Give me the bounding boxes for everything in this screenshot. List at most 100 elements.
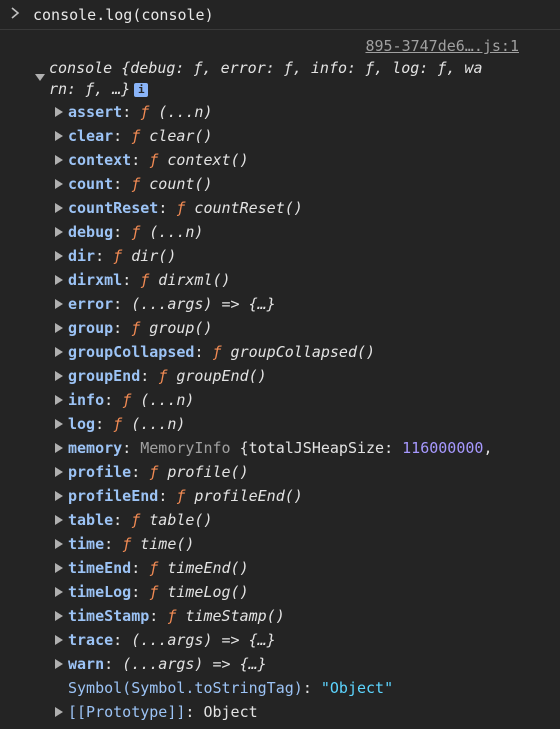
disclosure-closed-icon[interactable] [55,587,63,597]
property-row[interactable]: countReset: ƒ countReset() [0,197,560,221]
property-list: assert: ƒ (...n) clear: ƒ clear() context:… [0,101,560,725]
property-content: clear: ƒ clear() [68,125,213,147]
disclosure-closed-icon[interactable] [55,419,63,429]
object-summary-line-1: console {debug: ƒ, error: ƒ, info: ƒ, lo… [49,59,483,77]
property-value: timeStamp() [176,607,285,625]
property-row[interactable]: time: ƒ time() [0,533,560,557]
disclosure-closed-icon[interactable] [55,323,63,333]
property-content: table: ƒ table() [68,509,213,531]
property-value: (...n) [140,223,204,241]
property-content: trace: (...args) => {…} [68,629,276,651]
disclosure-closed-icon[interactable] [55,347,63,357]
property-content: Symbol(Symbol.toStringTag): "Object" [68,677,393,699]
property-separator: : [185,703,204,721]
property-separator: : [104,655,123,673]
disclosure-closed-icon[interactable] [55,635,63,645]
disclosure-closed-icon[interactable] [55,155,63,165]
property-row[interactable]: timeEnd: ƒ timeEnd() [0,557,560,581]
property-row[interactable]: dir: ƒ dir() [0,245,560,269]
disclosure-closed-icon[interactable] [55,491,63,501]
property-key: count [68,175,114,193]
property-row[interactable]: trace: (...args) => {…} [0,629,560,653]
property-content: error: (...args) => {…} [68,293,276,315]
property-key: timeLog [68,583,132,601]
disclosure-closed-icon[interactable] [55,227,63,237]
property-key: groupEnd [68,367,141,385]
chevron-right-prompt-icon [11,7,20,19]
property-value: dirxml() [149,271,231,289]
disclosure-open-icon[interactable] [35,74,45,82]
source-file-link[interactable]: 895-3747de6….js:1 [365,36,519,56]
property-content: timeEnd: ƒ timeEnd() [68,557,249,579]
disclosure-closed-icon[interactable] [55,563,63,573]
property-separator: : [104,391,123,409]
property-separator: : [122,439,141,457]
disclosure-closed-icon[interactable] [55,371,63,381]
property-row[interactable]: Symbol(Symbol.toStringTag): "Object" [0,677,560,701]
property-row[interactable]: debug: ƒ (...n) [0,221,560,245]
function-f-icon: ƒ [212,343,222,361]
property-row[interactable]: groupCollapsed: ƒ groupCollapsed() [0,341,560,365]
disclosure-closed-icon[interactable] [55,275,63,285]
property-row[interactable]: timeLog: ƒ timeLog() [0,581,560,605]
property-row[interactable]: error: (...args) => {…} [0,293,560,317]
property-key: groupCollapsed [68,343,195,361]
function-f-icon: ƒ [158,367,168,385]
property-value: (...args) => {…} [122,655,267,673]
property-row[interactable]: dirxml: ƒ dirxml() [0,269,560,293]
property-key: profile [68,463,132,481]
property-row[interactable]: info: ƒ (...n) [0,389,560,413]
property-key: error [68,295,114,313]
disclosure-closed-icon[interactable] [55,467,63,477]
property-row[interactable]: profile: ƒ profile() [0,461,560,485]
property-row[interactable]: clear: ƒ clear() [0,125,560,149]
disclosure-closed-icon[interactable] [55,515,63,525]
property-content: countReset: ƒ countReset() [68,197,303,219]
function-f-icon: ƒ [113,415,123,433]
property-key: group [68,319,114,337]
property-content: [[Prototype]]: Object [68,701,258,723]
disclosure-closed-icon[interactable] [55,539,63,549]
property-separator: : [131,463,150,481]
function-f-icon: ƒ [140,271,150,289]
disclosure-closed-icon[interactable] [55,131,63,141]
property-row[interactable]: group: ƒ group() [0,317,560,341]
disclosure-closed-icon[interactable] [55,107,63,117]
info-badge-icon[interactable]: i [134,83,149,97]
function-f-icon: ƒ [149,583,159,601]
console-command[interactable]: console.log(console) [33,5,214,25]
property-row[interactable]: table: ƒ table() [0,509,560,533]
property-content: context: ƒ context() [68,149,249,171]
disclosure-closed-icon[interactable] [55,443,63,453]
disclosure-closed-icon[interactable] [55,251,63,261]
property-value: (...n) [149,103,213,121]
function-f-icon: ƒ [131,511,141,529]
property-row[interactable]: groupEnd: ƒ groupEnd() [0,365,560,389]
disclosure-closed-icon[interactable] [55,395,63,405]
disclosure-closed-icon[interactable] [55,707,63,717]
disclosure-closed-icon[interactable] [55,659,63,669]
property-row[interactable]: timeStamp: ƒ timeStamp() [0,605,560,629]
property-value: groupCollapsed() [221,343,376,361]
property-row[interactable]: [[Prototype]]: Object [0,701,560,725]
disclosure-closed-icon[interactable] [55,299,63,309]
disclosure-closed-icon[interactable] [55,179,63,189]
property-row[interactable]: log: ƒ (...n) [0,413,560,437]
property-number: 116000000 [402,439,484,457]
property-content: debug: ƒ (...n) [68,221,203,243]
property-row[interactable]: profileEnd: ƒ profileEnd() [0,485,560,509]
property-separator: : [113,319,132,337]
property-value: (...args) => {…} [131,295,276,313]
property-row[interactable]: count: ƒ count() [0,173,560,197]
property-value: time() [131,535,195,553]
function-f-icon: ƒ [149,151,159,169]
property-row[interactable]: memory: MemoryInfo {totalJSHeapSize: 116… [0,437,560,461]
property-row[interactable]: assert: ƒ (...n) [0,101,560,125]
property-row[interactable]: context: ƒ context() [0,149,560,173]
disclosure-closed-icon[interactable] [55,611,63,621]
property-content: group: ƒ group() [68,317,213,339]
disclosure-closed-icon[interactable] [55,203,63,213]
function-f-icon: ƒ [131,127,141,145]
property-row[interactable]: warn: (...args) => {…} [0,653,560,677]
property-key: time [68,535,105,553]
